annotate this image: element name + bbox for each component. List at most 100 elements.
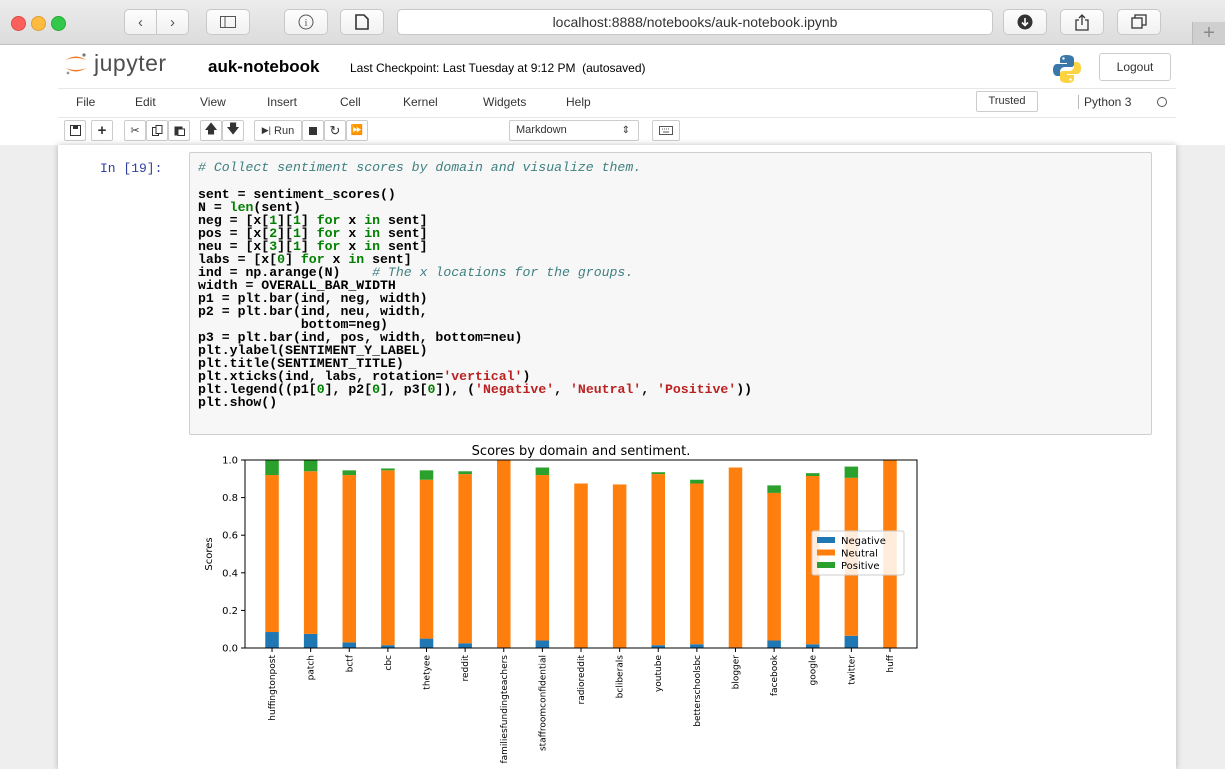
code-cell[interactable]: # Collect sentiment scores by domain and… (189, 152, 1152, 435)
y-tick-label: 0.8 (222, 493, 238, 504)
menu-kernel[interactable]: Kernel (403, 95, 438, 109)
bar-neutral (458, 474, 472, 644)
move-down-button[interactable]: 🡇 (222, 120, 244, 141)
menu-help[interactable]: Help (566, 95, 591, 109)
bar-negative (690, 644, 704, 648)
logout-button[interactable]: Logout (1099, 53, 1171, 81)
copy-icon (151, 125, 162, 136)
x-tick-label: google (809, 655, 819, 686)
close-window-button[interactable] (11, 16, 26, 31)
checkpoint-status: Last Checkpoint: Last Tuesday at 9:12 PM… (350, 61, 646, 75)
legend-label: Positive (841, 561, 880, 572)
select-caret-icon: ⇕ (621, 125, 630, 136)
forward-button[interactable]: › (156, 9, 189, 35)
x-tick-label: bctf (345, 654, 355, 672)
sidebar-button[interactable] (206, 9, 250, 35)
menu-insert[interactable]: Insert (267, 95, 297, 109)
bar-positive (651, 472, 665, 475)
jupyter-logo[interactable]: jupyter (64, 50, 167, 77)
interrupt-button[interactable] (302, 120, 324, 141)
back-button[interactable]: ‹ (124, 9, 157, 35)
jupyter-logo-text: jupyter (94, 50, 167, 76)
restart-kernel-button[interactable]: ↻ (324, 120, 346, 141)
x-tick-label: betterschoolsbc (693, 655, 703, 727)
move-up-button[interactable]: 🡅 (200, 120, 222, 141)
bar-positive (458, 471, 472, 475)
page-icon (355, 14, 369, 30)
legend-swatch-negative (817, 537, 835, 543)
reader-button[interactable] (340, 9, 384, 35)
restart-run-all-button[interactable]: ⏩ (346, 120, 368, 141)
menu-view[interactable]: View (200, 95, 226, 109)
paste-icon (174, 126, 185, 136)
y-tick-label: 0.0 (222, 644, 238, 655)
chart-title: Scores by domain and sentiment. (472, 444, 691, 459)
bar-negative (458, 643, 472, 648)
x-tick-label: bcliberals (616, 655, 626, 699)
sidebar-icon (220, 16, 236, 28)
maximize-window-button[interactable] (51, 16, 66, 31)
bar-neutral (342, 475, 357, 643)
x-tick-label: patch (307, 655, 317, 680)
minimize-window-button[interactable] (31, 16, 46, 31)
run-button[interactable]: ▶| Run (254, 120, 302, 141)
menu-cell[interactable]: Cell (340, 95, 361, 109)
bar-positive (342, 470, 357, 476)
new-tab-button[interactable]: + (1192, 22, 1225, 44)
bar-positive (767, 485, 781, 493)
y-tick-label: 0.2 (222, 606, 238, 617)
step-forward-icon: ▶| (261, 125, 272, 135)
x-tick-label: twitter (847, 655, 857, 685)
menu-widgets[interactable]: Widgets (483, 95, 526, 109)
run-label: Run (274, 124, 295, 137)
x-tick-label: radioreddit (577, 655, 587, 705)
input-prompt: In [19]: (100, 161, 163, 176)
copy-button[interactable] (146, 120, 168, 141)
save-icon (69, 125, 81, 136)
refresh-icon: ↻ (329, 122, 341, 138)
x-tick-label: cbc (384, 655, 394, 671)
menu-file[interactable]: File (76, 95, 95, 109)
bar-positive (805, 473, 820, 476)
x-tick-label: facebook (770, 654, 780, 696)
info-button[interactable]: i (284, 9, 328, 35)
info-icon: i (298, 14, 314, 30)
share-button[interactable] (1060, 9, 1104, 35)
x-tick-label: huff (886, 654, 896, 672)
bar-neutral (574, 483, 588, 648)
url-text: localhost:8888/notebooks/auk-notebook.ip… (552, 14, 838, 30)
svg-text:i: i (305, 18, 308, 29)
kernel-name[interactable]: Python 3 (1078, 95, 1131, 109)
url-bar[interactable]: localhost:8888/notebooks/auk-notebook.ip… (397, 9, 993, 35)
bar-neutral (728, 467, 743, 648)
downloads-button[interactable] (1003, 9, 1047, 35)
insert-cell-button[interactable]: + (91, 120, 113, 141)
bar-negative (844, 635, 859, 648)
plus-icon: + (1203, 22, 1215, 44)
checkpoint-text: Last Checkpoint: Last Tuesday at 9:12 PM (350, 61, 576, 75)
bar-positive (381, 468, 395, 471)
cut-button[interactable]: ✂ (124, 120, 146, 141)
bar-positive (419, 470, 434, 480)
python-logo-icon (1053, 55, 1081, 83)
bar-neutral (419, 479, 434, 639)
browser-titlebar: ‹ › i localhost:8888/notebooks/auk-noteb… (0, 0, 1225, 45)
bar-neutral (535, 475, 550, 641)
paste-button[interactable] (168, 120, 190, 141)
save-button[interactable] (64, 120, 86, 141)
tabs-overview-button[interactable] (1117, 9, 1161, 35)
autosave-text: (autosaved) (582, 61, 646, 75)
menu-edit[interactable]: Edit (135, 95, 156, 109)
scissors-icon: ✂ (130, 125, 140, 137)
command-palette-button[interactable] (652, 120, 680, 141)
y-tick-label: 0.6 (222, 531, 238, 542)
cell-type-value: Markdown (516, 124, 567, 136)
code-line: # Collect sentiment scores by domain and… (198, 161, 641, 174)
bar-neutral (497, 460, 511, 648)
bar-neutral (767, 492, 781, 641)
notebook-name[interactable]: auk-notebook (208, 57, 319, 77)
trusted-indicator[interactable]: Trusted (976, 91, 1038, 112)
sentiment-chart: Scores by domain and sentiment. 0.0 0.2 0.… (204, 444, 918, 764)
cell-type-select[interactable]: Markdown ⇕ (509, 120, 639, 141)
bar-negative (303, 633, 318, 648)
